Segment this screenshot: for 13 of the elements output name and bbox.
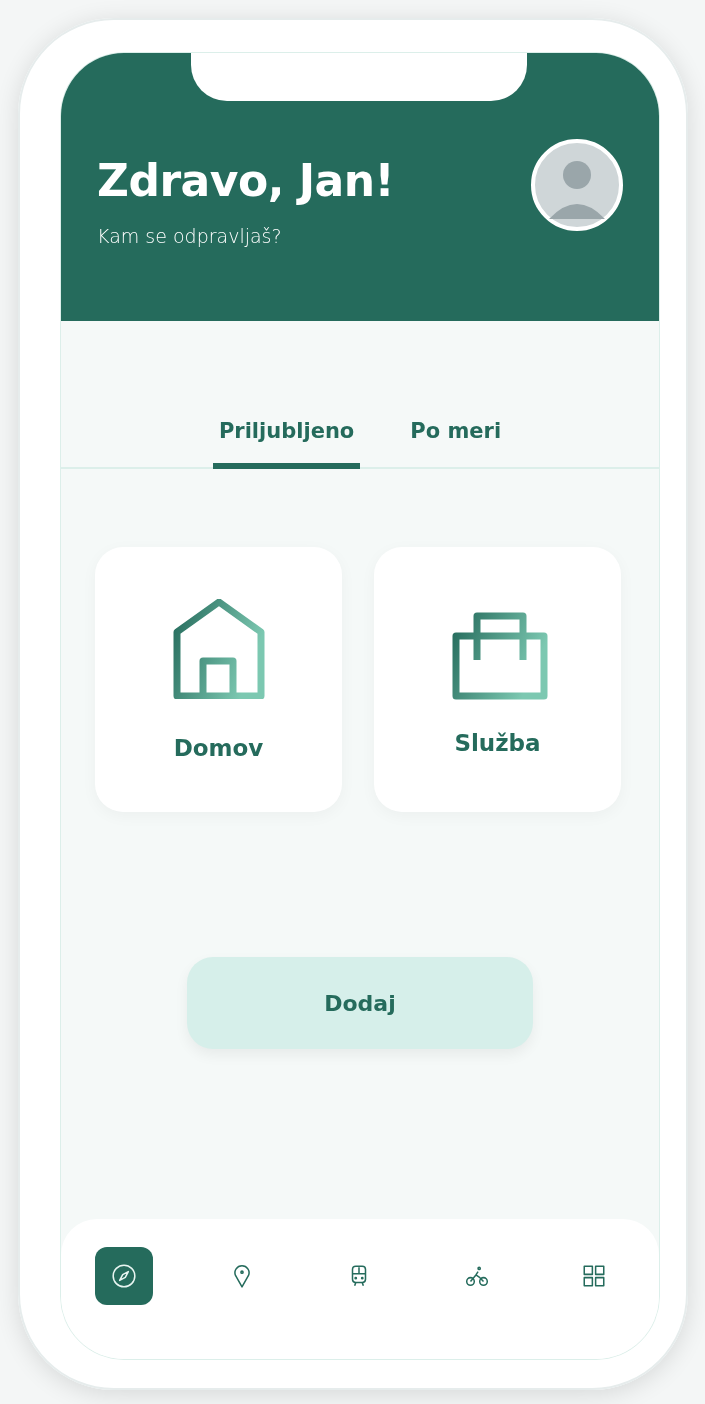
favorite-card[interactable]: Domov xyxy=(95,547,342,812)
greeting-subtitle: Kam se odpravljaš? xyxy=(97,225,283,248)
tab[interactable]: Priljubljeno xyxy=(212,411,361,469)
compass-icon xyxy=(111,1263,137,1289)
favorite-label: Služba xyxy=(454,729,541,756)
favorite-card[interactable]: Služba xyxy=(374,547,621,812)
compass-nav-button[interactable] xyxy=(95,1247,153,1305)
greeting-title: Zdravo, Jan! xyxy=(97,157,395,206)
add-button[interactable]: Dodaj xyxy=(187,957,533,1049)
grid-icon xyxy=(581,1263,607,1289)
favorite-label: Domov xyxy=(173,734,264,761)
tab[interactable]: Po meri xyxy=(404,411,508,469)
avatar-photo-placeholder[interactable] xyxy=(531,139,623,231)
